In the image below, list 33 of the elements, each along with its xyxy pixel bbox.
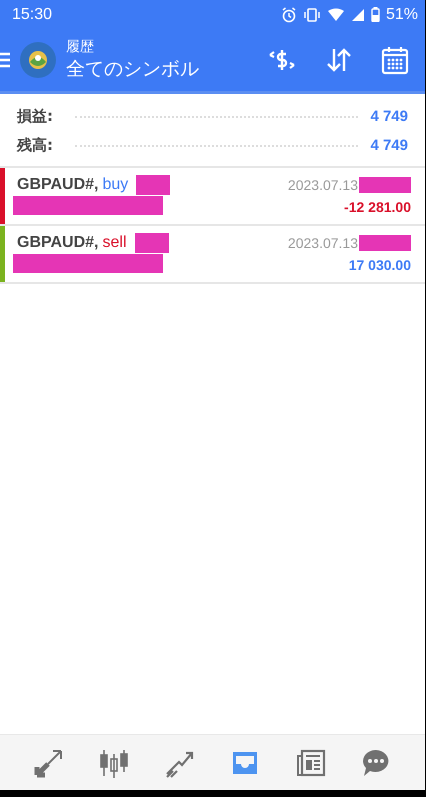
deal-profit: -12 281.00 bbox=[344, 199, 411, 215]
header-subtitle: 履歴 bbox=[66, 38, 95, 56]
signal-icon bbox=[350, 8, 365, 22]
deal-date: 2023.07.13 bbox=[288, 235, 358, 251]
summary-value: 4 749 bbox=[370, 108, 408, 125]
newspaper-icon[interactable] bbox=[296, 748, 326, 778]
calendar-icon[interactable] bbox=[381, 45, 409, 75]
deal-date: 2023.07.13 bbox=[288, 177, 358, 193]
vibrate-icon bbox=[302, 8, 321, 22]
deal-profit: 17 030.00 bbox=[348, 257, 411, 273]
deal-side: buy bbox=[102, 176, 128, 194]
chat-bubble-icon[interactable] bbox=[361, 748, 392, 778]
wifi-icon bbox=[326, 8, 345, 22]
redaction-block bbox=[359, 235, 411, 251]
redaction-block bbox=[359, 177, 411, 193]
deal-row[interactable]: GBPAUD#, sell 2023.07.13 17 030.00 bbox=[0, 226, 425, 284]
deal-row[interactable]: GBPAUD#, buy 2023.07.13 -12 281.00 bbox=[0, 168, 425, 226]
candlestick-icon[interactable] bbox=[99, 748, 130, 778]
status-time: 15:30 bbox=[12, 6, 52, 24]
deal-symbol: GBPAUD#, bbox=[17, 234, 98, 252]
summary-label: 残高: bbox=[17, 136, 53, 155]
battery-icon bbox=[370, 7, 380, 22]
battery-level: 51% bbox=[386, 6, 418, 24]
deal-symbol: GBPAUD#, bbox=[17, 176, 98, 194]
sort-icon[interactable] bbox=[325, 46, 353, 74]
deal-side: sell bbox=[102, 234, 127, 252]
summary-value: 4 749 bbox=[370, 137, 408, 154]
summary-label: 損益: bbox=[17, 107, 53, 126]
header-title: 全てのシンボル bbox=[66, 57, 200, 82]
alarm-icon bbox=[280, 6, 297, 22]
menu-icon[interactable] bbox=[0, 52, 10, 68]
trade-arrows-icon[interactable] bbox=[34, 748, 64, 778]
app-logo-icon bbox=[20, 42, 56, 78]
